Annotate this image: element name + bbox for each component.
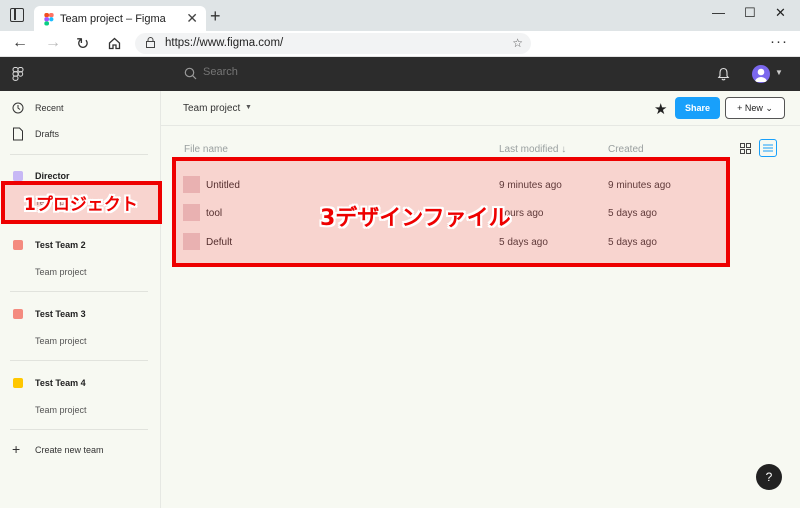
minimize-button[interactable]: — bbox=[712, 5, 725, 20]
figma-top-bar: ▼ bbox=[0, 57, 800, 91]
team-color-swatch bbox=[13, 378, 23, 388]
notification-bell-icon[interactable] bbox=[717, 67, 730, 81]
sidebar-divider bbox=[10, 154, 148, 155]
sidebar-team-test-team-3[interactable]: Test Team 3 bbox=[0, 305, 161, 325]
chevron-down-icon[interactable]: ▼ bbox=[245, 104, 252, 111]
search-icon bbox=[184, 67, 197, 80]
list-view-button[interactable] bbox=[759, 139, 777, 157]
refresh-icon[interactable]: ↻ bbox=[76, 34, 89, 54]
sidebar-project-link[interactable]: Team project bbox=[0, 332, 161, 352]
address-bar: ← → ↻ https://www.figma.com/ ☆ ··· bbox=[0, 31, 800, 57]
project-name: Team project bbox=[35, 405, 87, 415]
sidebar-item-label: Recent bbox=[35, 103, 64, 113]
sidebar-item-recent[interactable]: Recent bbox=[0, 99, 161, 119]
create-team-button[interactable]: + Create new team bbox=[0, 441, 161, 461]
sidebar-team-test-team-4[interactable]: Test Team 4 bbox=[0, 374, 161, 394]
project-name: Team project bbox=[35, 267, 87, 277]
project-name: Team project bbox=[35, 336, 87, 346]
team-color-swatch bbox=[13, 309, 23, 319]
browser-menu-icon[interactable]: ··· bbox=[770, 33, 788, 50]
team-name: Director bbox=[35, 171, 70, 181]
sidebar-divider bbox=[10, 360, 148, 361]
url-text: https://www.figma.com/ bbox=[165, 37, 284, 49]
sidebar-team-test-team-2[interactable]: Test Team 2 bbox=[0, 236, 161, 256]
grid-view-icon[interactable] bbox=[740, 143, 751, 154]
sidebar-item-label: Drafts bbox=[35, 129, 60, 139]
close-window-button[interactable]: ✕ bbox=[775, 5, 786, 21]
annotation-label-design-files: 3デザインファイル bbox=[320, 206, 511, 231]
column-header-file-name[interactable]: File name bbox=[184, 144, 228, 155]
favorite-star-icon[interactable]: ★ bbox=[654, 100, 667, 118]
sidebar-divider bbox=[10, 291, 148, 292]
tab-actions-icon[interactable] bbox=[10, 8, 24, 22]
user-icon bbox=[755, 68, 767, 82]
back-arrow-icon[interactable]: ← bbox=[12, 34, 28, 52]
figma-menu-icon[interactable] bbox=[12, 67, 24, 81]
list-view-icon bbox=[763, 144, 773, 152]
file-icon bbox=[13, 127, 23, 141]
share-button[interactable]: Share bbox=[675, 97, 720, 119]
annotation-label-project: 1プロジェクト bbox=[24, 195, 138, 215]
forward-arrow-icon[interactable]: → bbox=[45, 34, 61, 52]
sidebar-project-link[interactable]: Team project bbox=[0, 263, 161, 283]
team-name: Test Team 4 bbox=[35, 378, 86, 388]
home-icon[interactable] bbox=[108, 37, 121, 50]
chevron-down-icon[interactable]: ▼ bbox=[775, 68, 783, 77]
add-favorite-icon[interactable]: ☆ bbox=[512, 36, 523, 50]
search-input[interactable] bbox=[203, 66, 503, 78]
column-header-last-modified[interactable]: Last modified ↓ bbox=[499, 144, 566, 155]
browser-tab-bar: Team project – Figma ✕ + — ☐ ✕ bbox=[0, 0, 800, 31]
tab-title: Team project – Figma bbox=[60, 13, 166, 25]
maximize-button[interactable]: ☐ bbox=[744, 5, 756, 21]
new-tab-button[interactable]: + bbox=[210, 6, 221, 27]
lock-icon bbox=[146, 37, 155, 48]
new-file-button[interactable]: + New ⌄ bbox=[725, 97, 785, 119]
plus-icon: + bbox=[12, 441, 21, 457]
main-header: Team project ▼ ★ Share + New ⌄ bbox=[161, 91, 800, 126]
help-button[interactable]: ? bbox=[756, 464, 782, 490]
team-name: Test Team 2 bbox=[35, 240, 86, 250]
column-header-created[interactable]: Created bbox=[608, 144, 644, 155]
browser-tab[interactable]: Team project – Figma ✕ bbox=[34, 6, 206, 31]
sidebar-project-link[interactable]: Team project bbox=[0, 401, 161, 421]
page-title[interactable]: Team project bbox=[183, 103, 240, 114]
team-color-swatch bbox=[13, 240, 23, 250]
sidebar: Recent Drafts Director Team project Test… bbox=[0, 91, 161, 508]
create-team-label: Create new team bbox=[35, 445, 104, 455]
tab-close-icon[interactable]: ✕ bbox=[186, 10, 198, 27]
clock-icon bbox=[12, 102, 24, 114]
sidebar-item-drafts[interactable]: Drafts bbox=[0, 125, 161, 145]
sidebar-divider bbox=[10, 429, 148, 430]
team-color-swatch bbox=[13, 171, 23, 181]
figma-favicon-icon bbox=[44, 13, 54, 26]
url-field[interactable]: https://www.figma.com/ ☆ bbox=[135, 33, 531, 54]
user-avatar[interactable] bbox=[752, 65, 770, 83]
team-name: Test Team 3 bbox=[35, 309, 86, 319]
